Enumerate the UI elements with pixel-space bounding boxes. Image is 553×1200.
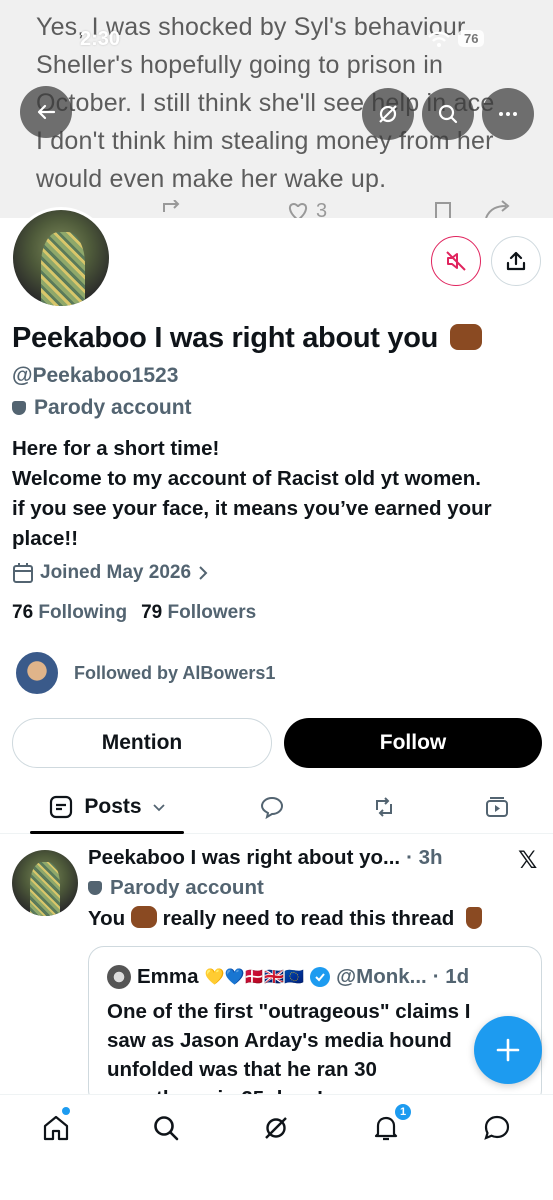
- chevron-down-icon: [152, 804, 165, 812]
- following-count: 76: [12, 602, 34, 623]
- share-profile-button[interactable]: [491, 236, 541, 286]
- share-icon: [485, 200, 510, 218]
- post-header: Peekaboo I was right about yo... · 3h: [88, 846, 443, 870]
- video-icon: [486, 797, 508, 817]
- post-parody-label: Parody account: [88, 876, 264, 900]
- banner-like-count: 3: [316, 200, 328, 218]
- nav-home[interactable]: [39, 1111, 73, 1145]
- post-time: · 3h: [406, 846, 443, 869]
- bookmark-icon: [435, 202, 451, 218]
- profile-tabs: Posts: [0, 780, 553, 834]
- compose-post-button[interactable]: [474, 1016, 542, 1084]
- nav-grok[interactable]: [259, 1111, 293, 1145]
- bottom-navigation: 1: [0, 1094, 553, 1200]
- profile-bio: Here for a short time! Welcome to my acc…: [12, 437, 492, 550]
- back-button[interactable]: [20, 86, 72, 138]
- following-label: Following: [38, 602, 128, 623]
- nav-search[interactable]: [149, 1111, 183, 1145]
- quote-author: Emma: [137, 965, 199, 988]
- posts-icon: [50, 795, 73, 819]
- post-text-after: really need to read this thread: [162, 907, 455, 930]
- grok-button[interactable]: [362, 88, 414, 140]
- message-bubble-icon: [484, 1115, 510, 1140]
- fist-emoji-icon: [130, 906, 157, 928]
- quote-avatar: [107, 965, 131, 989]
- verified-badge-icon: [310, 967, 331, 987]
- quote-header: Emma 💛💙🇩🇰🇬🇧🇪🇺 @Monk... · 1d: [107, 965, 469, 989]
- quote-handle: @Monk...: [336, 965, 427, 988]
- follow-button[interactable]: Follow: [284, 718, 542, 768]
- wifi-icon: [428, 31, 450, 47]
- post-author[interactable]: Peekaboo I was right about yo...: [88, 846, 400, 870]
- following-link[interactable]: 76 Following: [12, 602, 127, 624]
- plus-icon: [496, 1038, 520, 1062]
- nav-messages[interactable]: [480, 1111, 514, 1145]
- repost-icon: [376, 797, 392, 817]
- upload-icon: [506, 251, 526, 271]
- home-icon: [43, 1115, 69, 1141]
- x-logo-icon: 𝕏: [518, 847, 538, 874]
- search-button[interactable]: [422, 88, 474, 140]
- tab-media[interactable]: [475, 780, 519, 834]
- theater-mask-icon: [12, 401, 26, 415]
- active-tab-indicator: [30, 831, 184, 834]
- followers-label: Followers: [167, 602, 257, 623]
- search-icon: [154, 1116, 179, 1141]
- reply-bubble-icon: [260, 796, 284, 820]
- status-time: 2:30: [80, 28, 121, 50]
- display-name-text: Peekaboo I was right about you: [12, 322, 439, 354]
- post-text: You really need to read this thread: [88, 906, 482, 931]
- more-button[interactable]: [482, 88, 534, 140]
- fist-emoji-icon: [449, 324, 482, 350]
- post-text-before: You: [88, 907, 126, 930]
- display-name: Peekaboo I was right about you: [12, 322, 482, 355]
- parody-label: Parody account: [12, 396, 192, 420]
- status-indicators: 76: [428, 30, 485, 47]
- joined-text: Joined May 2026: [40, 562, 192, 583]
- heart-icon: [288, 202, 308, 218]
- grok-icon: [379, 105, 397, 123]
- theater-mask-icon: [88, 881, 102, 895]
- followed-by-text: Followed by AlBowers1: [74, 662, 276, 683]
- joined-date[interactable]: Joined May 2026: [12, 562, 209, 584]
- quote-emoji-flags: 💛💙🇩🇰🇬🇧🇪🇺: [204, 969, 305, 986]
- profile-banner: Yes, I was shocked by Syl's behaviour Sh…: [0, 0, 553, 218]
- calendar-icon: [13, 563, 33, 583]
- notifications-badge: 1: [394, 1103, 412, 1121]
- follow-stats: 76 Following 79 Followers: [12, 602, 256, 624]
- quoted-post[interactable]: Emma 💛💙🇩🇰🇬🇧🇪🇺 @Monk... · 1d One of the f…: [88, 946, 542, 1106]
- grok-icon: [265, 1117, 287, 1139]
- arrow-left-icon: [37, 104, 56, 120]
- tab-replies[interactable]: [250, 780, 294, 834]
- tab-reposts[interactable]: [362, 780, 406, 834]
- profile-avatar[interactable]: [10, 207, 112, 309]
- post-avatar[interactable]: [12, 850, 78, 916]
- quote-text: One of the first "outrageous" claims I s…: [107, 1000, 471, 1105]
- chevron-right-icon: [199, 566, 208, 580]
- muted-speaker-icon: [446, 251, 466, 271]
- follower-avatar: [14, 650, 60, 696]
- retweet-icon: [163, 200, 180, 212]
- tab-posts-label: Posts: [84, 795, 142, 818]
- more-icon: [499, 112, 517, 116]
- quote-time: · 1d: [432, 965, 470, 988]
- profile-action-buttons: Mention Follow: [12, 718, 542, 768]
- mention-button[interactable]: Mention: [12, 718, 272, 768]
- followers-count: 79: [141, 602, 163, 623]
- home-unread-dot: [62, 1107, 70, 1115]
- followed-by[interactable]: Followed by AlBowers1: [14, 650, 275, 696]
- parody-label-text: Parody account: [34, 396, 192, 419]
- followers-link[interactable]: 79 Followers: [141, 602, 256, 624]
- pointing-down-emoji-icon: [465, 907, 482, 929]
- unmute-button[interactable]: [431, 236, 481, 286]
- search-icon: [438, 104, 458, 124]
- profile-handle: @Peekaboo1523: [12, 364, 179, 387]
- tab-posts[interactable]: Posts: [30, 780, 184, 834]
- battery-indicator: 76: [458, 30, 485, 47]
- post-parody-text: Parody account: [110, 876, 264, 899]
